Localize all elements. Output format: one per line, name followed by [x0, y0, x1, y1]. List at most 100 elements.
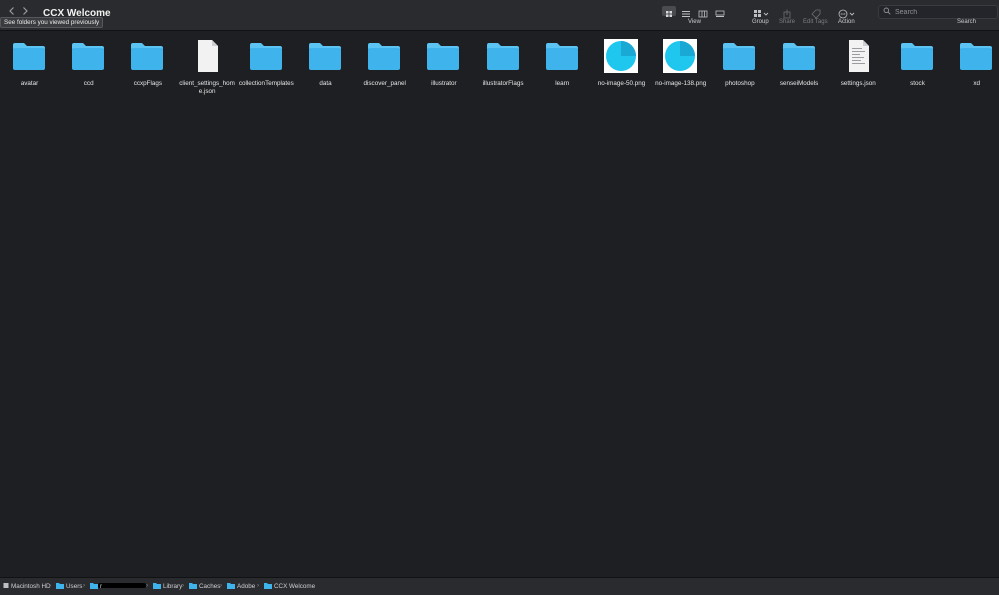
action-button[interactable] [838, 6, 856, 19]
item-icon [781, 39, 817, 73]
image-thumbnail-icon [604, 39, 638, 73]
folder-item[interactable]: illustrator [414, 35, 473, 107]
view-label: View [688, 19, 701, 25]
folder-item[interactable]: discover_panel [355, 35, 414, 107]
list-icon [682, 11, 690, 17]
chevron-right-icon [23, 7, 28, 15]
toolbar: CCX Welcome See folders you viewed previ… [0, 0, 999, 31]
tag-icon [811, 9, 821, 19]
folder-item[interactable]: data [296, 35, 355, 107]
breadcrumb-label: Macintosh HD [11, 583, 51, 590]
folder-item[interactable]: ccxpFlags [118, 35, 177, 107]
breadcrumb-item[interactable]: Adobe [227, 582, 255, 590]
folder-item[interactable]: photoshop [710, 35, 769, 107]
search-input[interactable] [893, 7, 995, 18]
item-name: ccd [83, 80, 94, 87]
item-name: collectionTemplates [238, 80, 294, 87]
folder-icon [545, 43, 578, 70]
breadcrumb-label: Library [163, 583, 183, 590]
folder-icon [153, 583, 161, 589]
folder-icon [368, 43, 401, 70]
grid-icon [666, 11, 672, 17]
folder-icon [427, 43, 460, 70]
folder-item[interactable]: ccd [59, 35, 118, 107]
breadcrumb-label: Caches [199, 583, 221, 590]
item-icon [189, 39, 225, 73]
folder-item[interactable]: collectionTemplates [237, 35, 296, 107]
item-icon [70, 39, 106, 73]
redacted-username [98, 583, 146, 588]
breadcrumb-item[interactable]: Caches [189, 582, 220, 590]
json-file-icon [848, 40, 869, 72]
folder-item[interactable]: stock [888, 35, 947, 107]
item-icon [544, 39, 580, 73]
item-name: no-image-50.png [597, 80, 646, 87]
folder-item[interactable]: avatar [0, 35, 59, 107]
item-name: learn [555, 80, 570, 87]
breadcrumb-chevron-icon: › [220, 582, 223, 589]
icon-view-button[interactable] [662, 6, 676, 17]
folder-icon [960, 43, 993, 70]
item-name: no-image-138.png [655, 80, 707, 87]
folder-item[interactable]: xd [947, 35, 999, 107]
folder-item[interactable]: learn [533, 35, 592, 107]
item-icon [840, 39, 876, 73]
search-icon [883, 7, 891, 15]
folder-icon [309, 43, 341, 70]
folder-icon [72, 43, 105, 70]
edit-tags-label: Edit Tags [803, 19, 828, 25]
breadcrumb-item[interactable]: Macintosh HD [3, 582, 51, 590]
breadcrumb-item[interactable]: Library [153, 582, 182, 590]
folder-icon [723, 43, 756, 70]
folder-item[interactable]: illustratorFlags [474, 35, 533, 107]
folder-icon [249, 43, 282, 70]
search-field[interactable] [878, 5, 998, 19]
group-button[interactable] [752, 6, 770, 17]
item-name: settings.json [840, 80, 876, 87]
breadcrumb-label: CCX Welcome [274, 583, 316, 590]
column-view-button[interactable] [696, 6, 710, 18]
share-label: Share [779, 19, 796, 25]
columns-icon [698, 10, 708, 18]
folder-item[interactable]: senseiModels [770, 35, 829, 107]
item-name: data [319, 80, 332, 87]
breadcrumb-item[interactable]: Users [56, 582, 82, 590]
folder-icon [131, 43, 164, 70]
breadcrumb-chevron-icon: › [257, 582, 260, 589]
document-icon [197, 40, 218, 72]
folder-icon [901, 43, 933, 70]
breadcrumb-chevron-icon: › [83, 582, 86, 589]
breadcrumb-label: Adobe [237, 583, 256, 590]
breadcrumb-chevron-icon: › [146, 582, 149, 589]
item-name: avatar [20, 80, 39, 87]
item-name: photoshop [725, 80, 755, 87]
item-name: xd [973, 80, 981, 87]
item-icon [366, 39, 402, 73]
search-label: Search [957, 19, 977, 25]
item-icon [662, 39, 698, 73]
share-button[interactable] [781, 6, 799, 19]
breadcrumb-item[interactable]: CCX Welcome [264, 582, 315, 590]
item-name: client_settings_home.json [179, 80, 235, 95]
file-item[interactable]: client_settings_home.json [178, 35, 237, 107]
image-thumbnail-icon [663, 39, 698, 73]
item-name: illustratorFlags [482, 80, 524, 87]
edit-tags-button[interactable] [809, 6, 827, 19]
gallery-view-button[interactable] [713, 6, 727, 17]
file-item[interactable]: settings.json [829, 35, 888, 107]
breadcrumb-item[interactable]: r [90, 582, 102, 590]
item-icon [307, 39, 343, 73]
list-view-button[interactable] [679, 6, 693, 17]
tooltip: See folders you viewed previously [0, 17, 104, 28]
item-icon [485, 39, 521, 73]
group-label: Group [752, 19, 769, 25]
item-name: illustrator [431, 80, 457, 87]
folder-icon [90, 583, 98, 589]
item-icon [425, 39, 461, 73]
file-item[interactable]: no-image-50.png [592, 35, 651, 107]
item-icon [11, 39, 47, 73]
file-item[interactable]: no-image-138.png [651, 35, 710, 107]
group-icon [754, 10, 769, 17]
item-icon [899, 39, 935, 73]
folder-icon [13, 43, 45, 70]
